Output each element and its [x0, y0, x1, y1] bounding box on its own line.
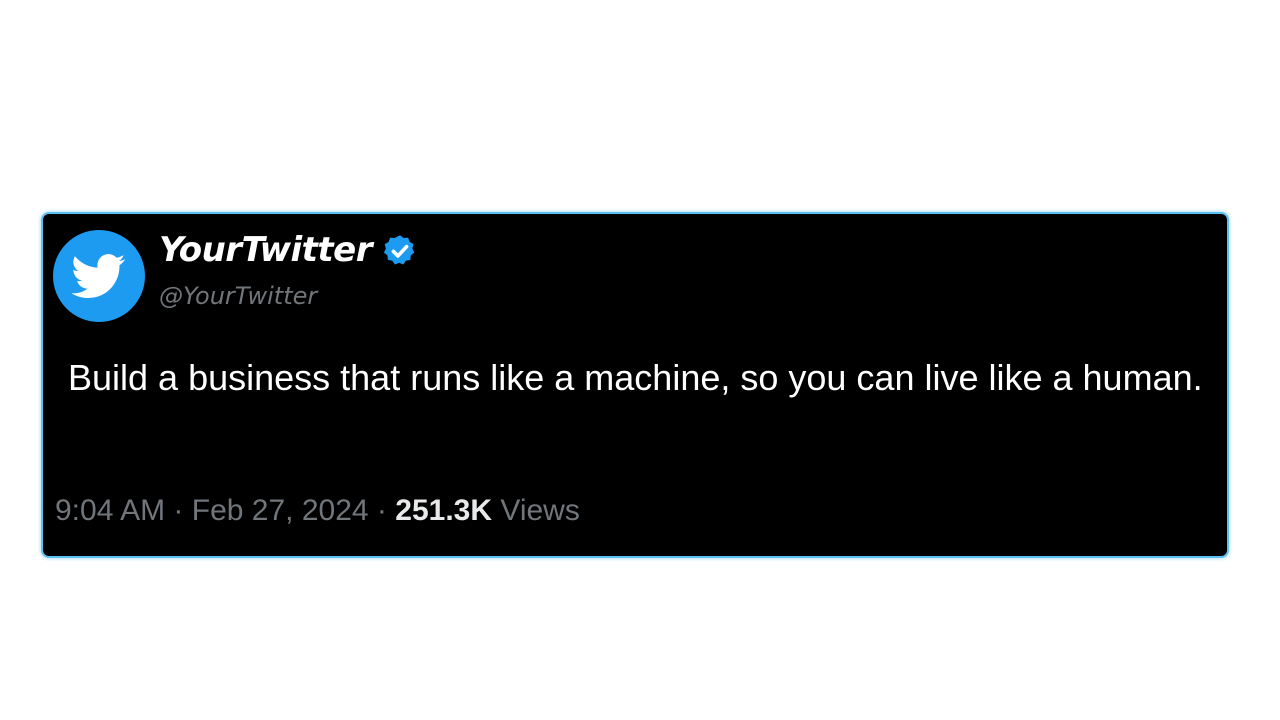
views-count[interactable]: 251.3K: [395, 494, 492, 527]
twitter-bird-icon: [72, 254, 126, 299]
tweet-time[interactable]: 9:04 AM: [55, 494, 165, 527]
display-name-row: YourTwitter: [159, 228, 418, 272]
meta-separator: ·: [376, 494, 387, 527]
tweet-date[interactable]: Feb 27, 2024: [192, 494, 369, 527]
tweet-meta: 9:04 AM · Feb 27, 2024 · 251.3K Views: [55, 494, 580, 528]
tweet-card[interactable]: YourTwitter @YourTwitter Build a busines…: [41, 212, 1229, 558]
tweet-text: Build a business that runs like a machin…: [68, 357, 1203, 398]
views-label: Views: [500, 494, 580, 527]
meta-separator: ·: [173, 494, 184, 527]
display-name[interactable]: YourTwitter: [159, 230, 372, 270]
user-handle[interactable]: @YourTwitter: [159, 282, 317, 310]
verified-badge-icon: [383, 235, 415, 265]
avatar[interactable]: [53, 230, 145, 322]
